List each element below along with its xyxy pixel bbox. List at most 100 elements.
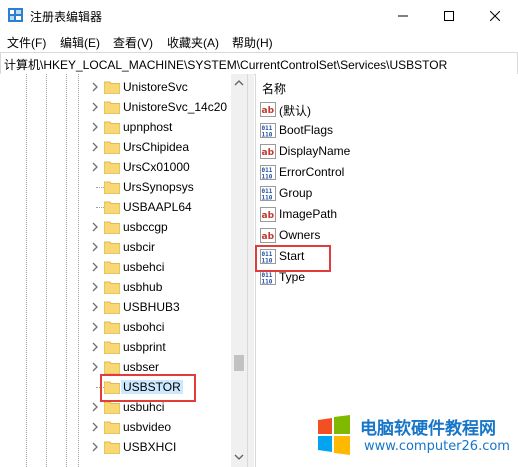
tree-item[interactable]: USBHUB3 xyxy=(90,297,240,317)
tree-item[interactable]: UrsCx01000 xyxy=(90,157,240,177)
pane-splitter[interactable] xyxy=(248,74,254,467)
tree-item-label: UrsChipidea xyxy=(123,140,190,154)
tree-item[interactable]: USBXHCI xyxy=(90,437,240,457)
close-icon xyxy=(490,10,500,21)
tree-item-label: usbuhci xyxy=(123,400,165,414)
watermark: 电脑软硬件教程网 www.computer26.com xyxy=(314,410,518,467)
value-row[interactable]: 011 110 BootFlags xyxy=(260,120,510,140)
value-name: DisplayName xyxy=(279,144,351,158)
tree-connector xyxy=(96,207,104,208)
menu-favorites[interactable]: 收藏夹(A) xyxy=(167,34,219,51)
regedit-app-icon xyxy=(8,8,23,22)
value-row[interactable]: ab Owners xyxy=(260,225,510,245)
chevron-right-icon[interactable] xyxy=(90,262,100,272)
chevron-right-icon[interactable] xyxy=(90,242,100,252)
chevron-right-icon[interactable] xyxy=(90,82,100,92)
value-row[interactable]: ab ImagePath xyxy=(260,204,510,224)
tree-connector xyxy=(96,187,104,188)
tree-item[interactable]: UnistoreSvc_14c20 xyxy=(90,97,240,117)
svg-text:ab: ab xyxy=(262,106,275,116)
value-name: Group xyxy=(279,186,313,200)
scrollbar-thumb[interactable] xyxy=(234,355,244,371)
svg-text:110: 110 xyxy=(262,174,273,181)
tree-item[interactable]: usbhub xyxy=(90,277,240,297)
tree-item-label: usbser xyxy=(123,360,160,374)
tree-item-label: USBHUB3 xyxy=(123,300,180,314)
tree-item-label: usbehci xyxy=(123,260,165,274)
tree-item[interactable]: upnphost xyxy=(90,117,240,137)
tree-item-label: upnphost xyxy=(123,120,173,134)
folder-icon xyxy=(104,261,120,274)
value-row[interactable]: ab (默认) xyxy=(260,99,510,119)
chevron-right-icon[interactable] xyxy=(90,322,100,332)
folder-icon xyxy=(104,121,120,134)
address-path: 计算机\HKEY_LOCAL_MACHINE\SYSTEM\CurrentCon… xyxy=(4,58,448,72)
chevron-right-icon[interactable] xyxy=(90,142,100,152)
folder-icon xyxy=(104,441,120,454)
folder-icon xyxy=(104,301,120,314)
tree-item-label: USBXHCI xyxy=(123,440,177,454)
chevron-right-icon[interactable] xyxy=(90,122,100,132)
tree-item[interactable]: usbcir xyxy=(90,237,240,257)
chevron-right-icon[interactable] xyxy=(90,362,100,372)
folder-icon xyxy=(104,81,120,94)
tree-item[interactable]: usbohci xyxy=(90,317,240,337)
menu-edit[interactable]: 编辑(E) xyxy=(60,34,100,51)
tree-item[interactable]: USBAAPL64 xyxy=(90,197,240,217)
window-title: 注册表编辑器 xyxy=(30,10,103,24)
tree-item-label: usbcir xyxy=(123,240,156,254)
value-name: BootFlags xyxy=(279,123,334,137)
tree-guide-line xyxy=(78,74,79,467)
chevron-right-icon[interactable] xyxy=(90,102,100,112)
chevron-right-icon[interactable] xyxy=(90,302,100,312)
scroll-up-arrow-icon[interactable] xyxy=(234,78,244,88)
tree-guide-line xyxy=(46,74,47,467)
tree-item-label: usbhub xyxy=(123,280,163,294)
svg-text:ab: ab xyxy=(262,232,275,242)
column-header-name[interactable]: 名称 xyxy=(262,80,286,97)
tree-item-label: usbprint xyxy=(123,340,166,354)
folder-icon xyxy=(104,241,120,254)
tree-item[interactable]: usbvideo xyxy=(90,417,240,437)
windows-logo-icon xyxy=(318,415,350,455)
menu-view[interactable]: 查看(V) xyxy=(113,34,153,51)
chevron-right-icon[interactable] xyxy=(90,162,100,172)
binary-value-icon: 011110 xyxy=(260,186,276,201)
tree-item[interactable]: usbehci xyxy=(90,257,240,277)
value-row[interactable]: 011 110 Group xyxy=(260,183,510,203)
chevron-right-icon[interactable] xyxy=(90,422,100,432)
folder-icon xyxy=(104,161,120,174)
tree-scrollbar[interactable] xyxy=(231,74,247,467)
close-button[interactable] xyxy=(472,0,518,31)
value-row[interactable]: 011 110 ErrorControl xyxy=(260,162,510,182)
tree-item[interactable]: UrsChipidea xyxy=(90,137,240,157)
tree-item[interactable]: usbprint xyxy=(90,337,240,357)
chevron-right-icon[interactable] xyxy=(90,442,100,452)
chevron-right-icon[interactable] xyxy=(90,342,100,352)
minimize-button[interactable] xyxy=(380,0,426,31)
tree-guide-line xyxy=(26,74,27,467)
chevron-right-icon[interactable] xyxy=(90,402,100,412)
svg-text:110: 110 xyxy=(262,195,273,202)
address-bar[interactable]: 计算机\HKEY_LOCAL_MACHINE\SYSTEM\CurrentCon… xyxy=(0,52,518,75)
title-bar: 注册表编辑器 xyxy=(0,0,518,31)
chevron-right-icon[interactable] xyxy=(90,282,100,292)
watermark-url: www.computer26.com xyxy=(364,439,510,454)
value-row[interactable]: ab DisplayName xyxy=(260,141,510,161)
menu-help[interactable]: 帮助(H) xyxy=(232,34,273,51)
scroll-down-arrow-icon[interactable] xyxy=(234,452,244,462)
tree-item-label: USBAAPL64 xyxy=(123,200,192,214)
menu-file[interactable]: 文件(F) xyxy=(7,34,46,51)
tree-item[interactable]: UrsSynopsys xyxy=(90,177,240,197)
folder-icon xyxy=(104,321,120,334)
tree-item[interactable]: usbccgp xyxy=(90,217,240,237)
svg-text:ab: ab xyxy=(262,211,275,221)
tree-item-label: UnistoreSvc_14c20 xyxy=(123,100,228,114)
menu-bar: 文件(F) 编辑(E) 查看(V) 收藏夹(A) 帮助(H) xyxy=(0,31,518,51)
chevron-right-icon[interactable] xyxy=(90,222,100,232)
tree-item[interactable]: UnistoreSvc xyxy=(90,77,240,97)
tree-item-label: UnistoreSvc xyxy=(123,80,188,94)
maximize-button[interactable] xyxy=(426,0,472,31)
tree-item-label: usbohci xyxy=(123,320,165,334)
key-tree[interactable]: UnistoreSvc UnistoreSvc_14c20 upnphost UrsC… xyxy=(0,74,248,467)
